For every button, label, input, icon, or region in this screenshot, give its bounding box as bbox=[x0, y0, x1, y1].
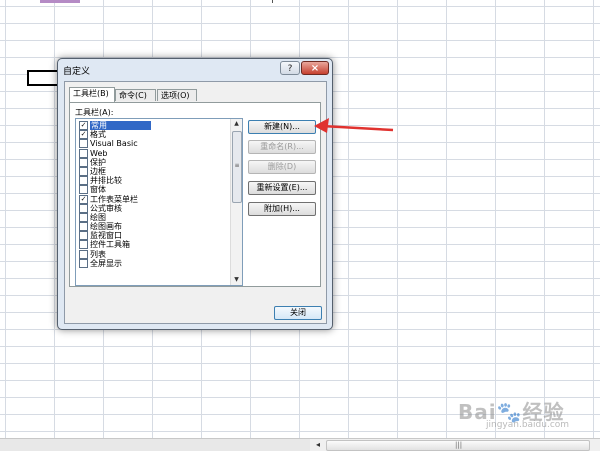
watermark-url: jingyan.baidu.com bbox=[486, 420, 570, 430]
scroll-left-arrow-icon[interactable]: ◂ bbox=[313, 440, 323, 450]
horizontal-scrollbar[interactable]: ◂ ||| bbox=[0, 438, 600, 451]
sheet-tab-area bbox=[0, 439, 310, 451]
red-arrow-annotation bbox=[314, 118, 394, 133]
tab-toolbars[interactable]: 工具栏(B) bbox=[69, 87, 115, 102]
horizontal-scroll-thumb[interactable]: ||| bbox=[326, 440, 590, 451]
